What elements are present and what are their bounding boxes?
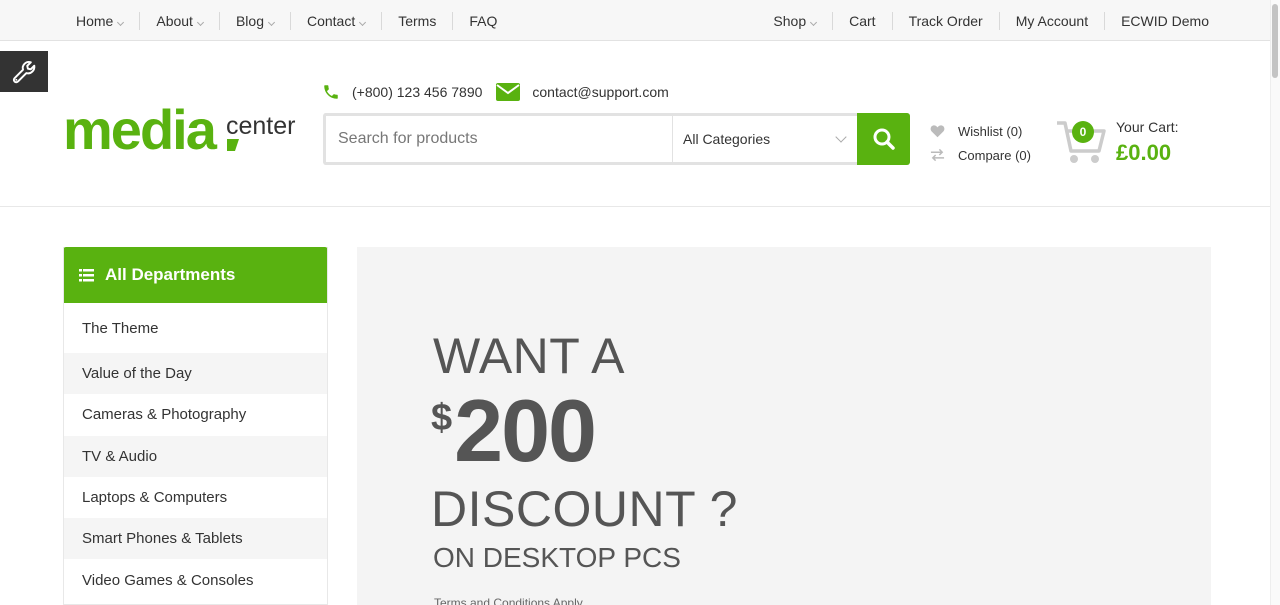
envelope-icon [496, 83, 521, 101]
banner-currency: $ [431, 397, 453, 439]
header-divider [0, 206, 1280, 207]
banner-amount: $ 200 [431, 381, 597, 480]
email-contact[interactable]: contact@support.com [496, 83, 669, 101]
search-icon [873, 128, 895, 150]
svg-text:center: center [226, 112, 295, 140]
category-select-value: All Categories [683, 131, 771, 147]
nav-track-order[interactable]: Track Order [891, 11, 999, 30]
phone-icon [324, 85, 338, 99]
heart-icon [930, 125, 945, 138]
banner-line1: WANT A [433, 328, 625, 384]
site-logo[interactable]: media center [63, 98, 298, 161]
nav-ecwid-demo[interactable]: ECWID Demo [1104, 11, 1225, 30]
chevron-down-icon [835, 131, 847, 143]
chevron-down-icon [359, 18, 367, 26]
customizer-button[interactable] [0, 51, 48, 92]
nav-terms[interactable]: Terms [381, 11, 452, 30]
category-select[interactable]: All Categories [672, 116, 857, 162]
promo-banner[interactable]: WANT A $ 200 DISCOUNT ? ON DESKTOP PCS T… [357, 247, 1211, 605]
banner-line3: ON DESKTOP PCS [433, 542, 681, 573]
chevron-down-icon [267, 18, 276, 26]
banner-line2: DISCOUNT ? [431, 481, 738, 537]
nav-contact[interactable]: Contact [289, 11, 381, 30]
nav-cart[interactable]: Cart [832, 11, 891, 30]
department-item[interactable]: The Theme [64, 303, 327, 353]
banner-amount-value: 200 [454, 381, 597, 480]
compare-arrows-icon [930, 148, 945, 162]
search-input[interactable] [326, 116, 672, 162]
nav-shop[interactable]: Shop [757, 12, 832, 30]
svg-text:media: media [63, 98, 218, 154]
chevron-down-icon [810, 18, 818, 26]
nav-about[interactable]: About [139, 11, 219, 30]
departments-list: The Theme Value of the Day Cameras & Pho… [64, 303, 327, 601]
phone-contact: (+800) 123 456 7890 [322, 83, 482, 101]
search-bar: All Categories [323, 113, 910, 165]
list-icon [79, 268, 94, 281]
contact-info: (+800) 123 456 7890 contact@support.com [322, 80, 683, 104]
top-nav-left: Home About Blog Contact Terms FAQ [60, 0, 513, 41]
department-item[interactable]: TV & Audio [64, 435, 327, 477]
department-item[interactable]: Value of the Day [64, 353, 327, 395]
cart-total[interactable]: £0.00 [1116, 140, 1171, 166]
search-button[interactable] [857, 113, 910, 165]
banner-terms: Terms and Conditions Apply [434, 596, 583, 605]
cart-count-badge: 0 [1072, 121, 1094, 143]
department-item[interactable]: Laptops & Computers [64, 476, 327, 519]
nav-faq[interactable]: FAQ [452, 11, 513, 30]
chevron-down-icon [196, 18, 204, 26]
wishlist-compare: Wishlist (0) Compare (0) [930, 119, 1031, 167]
phone-number: (+800) 123 456 7890 [352, 84, 483, 100]
cart-label: Your Cart: [1116, 119, 1179, 135]
department-item[interactable]: Smart Phones & Tablets [64, 518, 327, 560]
top-bar: Home About Blog Contact Terms FAQ Shop C… [0, 0, 1280, 41]
compare-link[interactable]: Compare (0) [930, 143, 1031, 167]
wrench-icon [12, 60, 36, 83]
page-scrollbar[interactable] [1270, 0, 1280, 605]
top-nav-right: Shop Cart Track Order My Account ECWID D… [757, 0, 1225, 41]
nav-home[interactable]: Home [60, 12, 139, 30]
scrollbar-thumb[interactable] [1272, 4, 1278, 78]
nav-my-account[interactable]: My Account [998, 11, 1104, 30]
email-address: contact@support.com [532, 84, 669, 100]
department-item[interactable]: Video Games & Consoles [64, 559, 327, 601]
departments-menu: All Departments The Theme Value of the D… [63, 247, 328, 605]
nav-blog[interactable]: Blog [218, 11, 290, 30]
wishlist-link[interactable]: Wishlist (0) [930, 119, 1031, 143]
chevron-down-icon [117, 18, 125, 26]
department-item[interactable]: Cameras & Photography [64, 394, 327, 436]
departments-header[interactable]: All Departments [64, 247, 327, 303]
